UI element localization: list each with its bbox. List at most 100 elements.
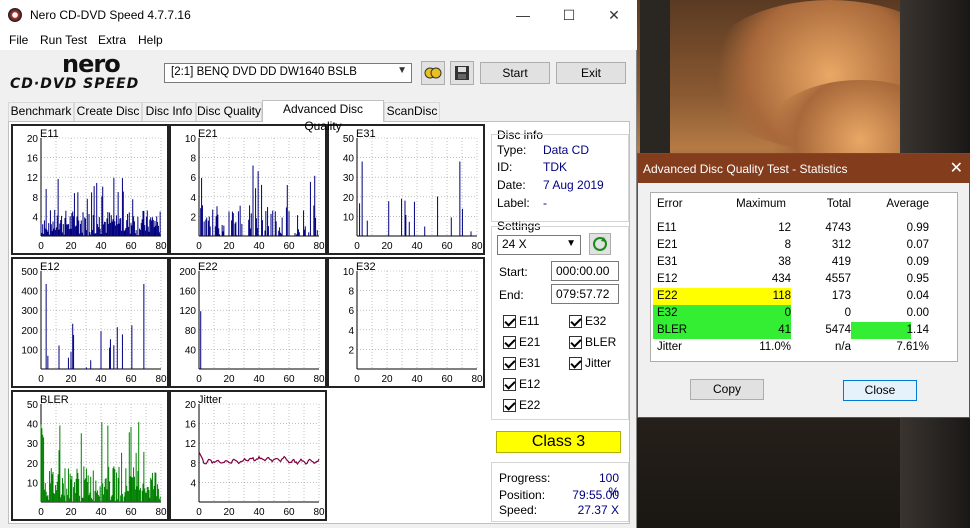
close-icon[interactable]: ✕: [950, 158, 963, 178]
table-cell: Jitter: [657, 341, 682, 353]
position-label: Position:: [499, 488, 546, 502]
chart-e31: 10 20 30 40 50 0 20 40 60 80 E31: [327, 124, 485, 255]
tab-disc-quality[interactable]: Disc Quality: [196, 102, 262, 121]
x-tick-label: 0: [196, 374, 202, 385]
y-tick-label: 160: [179, 287, 196, 298]
y-tick-label: 40: [343, 154, 355, 165]
table-cell: E22: [657, 290, 678, 302]
y-tick-label: 10: [185, 134, 197, 145]
x-tick-label: 60: [125, 374, 137, 385]
drive-select[interactable]: [2:1] BENQ DVD DD DW1640 BSLB ▼: [164, 63, 412, 83]
y-tick-label: 100: [21, 345, 38, 356]
statistics-dialog-title[interactable]: Advanced Disc Quality Test - Statistics: [638, 154, 970, 183]
table-cell: BLER: [657, 324, 688, 336]
minimize-button[interactable]: —: [500, 0, 546, 30]
refresh-speed-button[interactable]: [589, 233, 611, 255]
x-tick-label: 40: [411, 241, 423, 252]
title-bar[interactable]: Nero CD-DVD Speed 4.7.7.16 — ☐ ✕: [0, 0, 637, 30]
y-tick-label: 20: [27, 459, 39, 470]
table-cell: 312: [831, 239, 851, 251]
close-dialog-button[interactable]: Close: [843, 380, 917, 401]
e22-checkbox[interactable]: [503, 399, 516, 412]
x-tick-label: 60: [283, 241, 295, 252]
chart-plot: 100 200 300 400 500 0 20 40 60 80: [21, 267, 167, 385]
nero-logo: nero: [62, 50, 121, 78]
tab-advanced-disc-quality[interactable]: Advanced Disc Quality: [262, 100, 384, 133]
menu-run-test[interactable]: Run Test: [40, 33, 87, 47]
disc-swap-icon: [424, 67, 442, 79]
x-tick-label: 40: [95, 241, 107, 252]
e11-checkbox[interactable]: [503, 315, 516, 328]
tab-disc-info[interactable]: Disc Info: [142, 102, 196, 121]
x-tick-label: 60: [283, 374, 295, 385]
y-tick-label: 20: [27, 134, 39, 145]
e32-checkbox[interactable]: [569, 315, 582, 328]
tab-create-disc[interactable]: Create Disc: [74, 102, 142, 121]
table-cell: 0.99: [906, 222, 929, 234]
chart-title: BLER: [40, 394, 69, 406]
end-label: End:: [499, 288, 524, 302]
column-header: Error: [657, 198, 683, 210]
x-tick-label: 20: [65, 374, 77, 385]
e31-checkbox[interactable]: [503, 357, 516, 370]
y-tick-label: 12: [27, 173, 39, 184]
chart-plot: 4 8 12 16 20 0 20 40 60 80: [185, 400, 325, 518]
menu-help[interactable]: Help: [138, 33, 163, 47]
bler-checkbox[interactable]: [569, 336, 582, 349]
x-tick-label: 60: [441, 241, 453, 252]
column-header: Maximum: [736, 198, 786, 210]
jitter-checkbox[interactable]: [569, 357, 582, 370]
copy-button[interactable]: Copy: [690, 379, 764, 400]
table-cell: 8: [784, 239, 791, 251]
table-cell: 118: [772, 290, 791, 302]
table-cell: 434: [771, 273, 791, 285]
menu-extra[interactable]: Extra: [98, 33, 126, 47]
tab-scandisc[interactable]: ScanDisc: [384, 102, 440, 121]
type-label: Type:: [497, 143, 527, 157]
tab-benchmark[interactable]: Benchmark: [8, 102, 74, 121]
refresh-icon: [593, 237, 607, 251]
drive-info-button[interactable]: [421, 61, 445, 85]
end-field[interactable]: 079:57.72: [551, 284, 619, 304]
y-tick-label: 400: [21, 287, 38, 298]
e21-checkbox[interactable]: [503, 336, 516, 349]
y-tick-label: 80: [185, 326, 197, 337]
chart-plot: 10 20 30 40 50 0 20 40 60 80: [343, 134, 483, 252]
e31-check-label: E31: [519, 356, 541, 370]
start-field[interactable]: 000:00.00: [551, 261, 619, 281]
table-cell: 0.07: [906, 239, 929, 251]
x-tick-label: 60: [283, 507, 295, 518]
x-tick-label: 20: [223, 374, 235, 385]
label-value: -: [543, 196, 547, 210]
id-label: ID:: [497, 160, 513, 174]
start-button[interactable]: Start: [480, 62, 550, 84]
exit-button[interactable]: Exit: [556, 62, 626, 84]
y-tick-label: 300: [21, 306, 38, 317]
x-tick-label: 60: [125, 241, 137, 252]
cd-dvd-speed-logo: CD·DVD SPEED: [10, 76, 140, 92]
y-tick-label: 10: [343, 267, 355, 278]
menu-file[interactable]: File: [9, 33, 28, 47]
speed-select[interactable]: 24 X ▼: [497, 235, 581, 255]
y-tick-label: 4: [348, 326, 354, 337]
date-label: Date:: [497, 178, 526, 192]
x-tick-label: 80: [471, 241, 483, 252]
table-cell: n/a: [835, 341, 851, 353]
x-tick-label: 40: [253, 507, 265, 518]
statistics-dialog: Advanced Disc Quality Test - Statistics …: [637, 153, 970, 418]
y-tick-label: 12: [185, 439, 197, 450]
y-tick-label: 8: [32, 193, 38, 204]
e12-checkbox[interactable]: [503, 378, 516, 391]
maximize-button[interactable]: ☐: [546, 0, 592, 30]
e32-check-label: E32: [585, 314, 607, 328]
e12-check-label: E12: [519, 377, 541, 391]
close-button[interactable]: ✕: [591, 0, 637, 30]
table-cell: E12: [657, 273, 678, 285]
drive-select-value: [2:1] BENQ DVD DD DW1640 BSLB: [171, 66, 357, 78]
y-tick-label: 20: [185, 400, 197, 411]
y-tick-label: 16: [27, 154, 39, 165]
column-header: Average: [886, 198, 929, 210]
table-cell: 0: [784, 307, 791, 319]
y-tick-label: 120: [179, 306, 196, 317]
save-button[interactable]: [450, 61, 474, 85]
